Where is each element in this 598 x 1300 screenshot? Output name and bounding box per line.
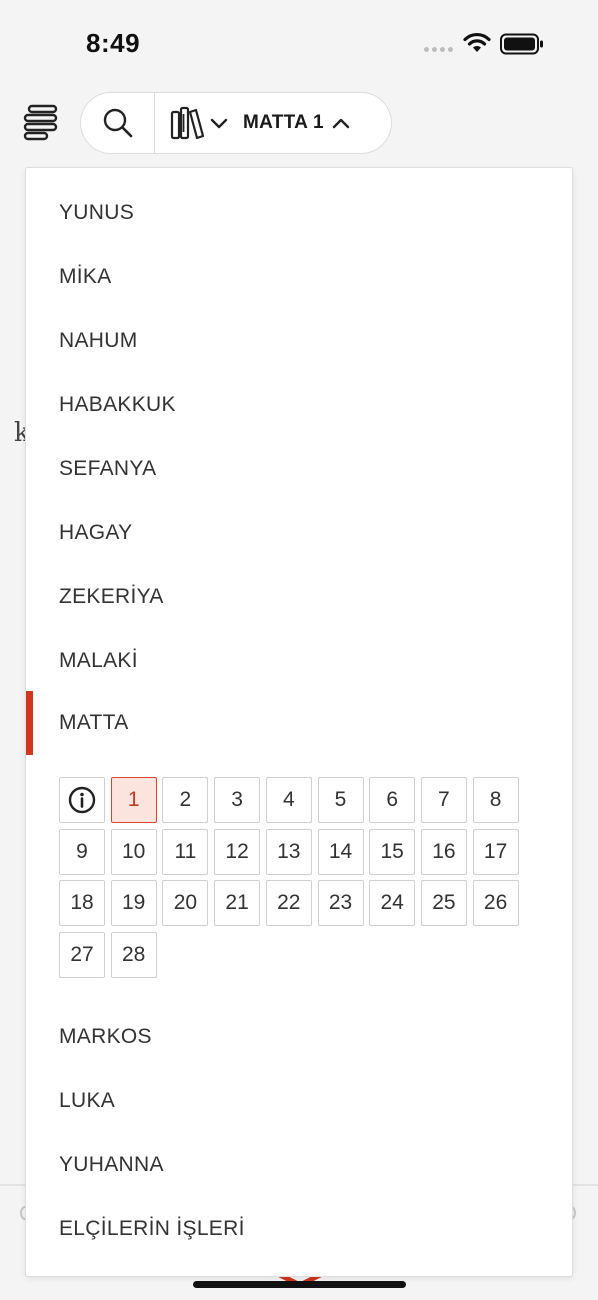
book-item-selected[interactable]: MATTA <box>26 691 572 755</box>
chapter-button[interactable]: 22 <box>265 880 312 926</box>
book-item[interactable]: MİKA <box>26 245 572 309</box>
chapter-button[interactable]: 27 <box>59 931 105 978</box>
book-dropdown: YUNUS MİKA NAHUM HABAKKUK SEFANYA HAGAY … <box>25 167 573 1277</box>
book-item[interactable]: MALAKİ <box>26 629 572 693</box>
chapter-button[interactable]: 28 <box>110 931 157 978</box>
chapter-button[interactable]: 9 <box>59 828 105 875</box>
reader-toolbar: MATTA 1 <box>80 92 392 154</box>
chapter-button-selected[interactable]: 1 <box>110 777 157 823</box>
book-item[interactable]: LUKA <box>26 1069 572 1133</box>
menu-button[interactable] <box>22 102 60 142</box>
book-info-button[interactable] <box>59 777 105 823</box>
chapter-button[interactable]: 21 <box>214 880 261 926</box>
chapter-button[interactable]: 10 <box>110 828 157 875</box>
chapter-button[interactable]: 7 <box>420 777 467 823</box>
book-item[interactable]: ZEKERİYA <box>26 565 572 629</box>
chapter-button[interactable]: 5 <box>317 777 364 823</box>
book-item[interactable]: NAHUM <box>26 309 572 373</box>
chapter-button[interactable]: 18 <box>59 880 105 926</box>
chapter-button[interactable]: 3 <box>214 777 261 823</box>
chapter-button[interactable]: 23 <box>317 880 364 926</box>
chevron-up-icon <box>332 118 350 129</box>
chapter-button[interactable]: 11 <box>162 828 209 875</box>
chapter-button[interactable]: 14 <box>317 828 364 875</box>
info-icon <box>68 786 96 814</box>
book-item[interactable]: ELÇİLERİN İŞLERİ <box>26 1197 572 1261</box>
book-chapter-selector[interactable]: MATTA 1 <box>243 112 350 134</box>
chapter-button[interactable]: 26 <box>472 880 519 926</box>
chapter-button[interactable]: 2 <box>162 777 209 823</box>
cellular-signal-icon <box>424 47 453 52</box>
chapter-button[interactable]: 4 <box>265 777 312 823</box>
library-books-icon <box>170 106 205 140</box>
battery-icon <box>500 33 543 55</box>
search-button[interactable] <box>81 93 155 153</box>
chapter-button[interactable]: 13 <box>265 828 312 875</box>
chapter-button[interactable]: 17 <box>472 828 519 875</box>
menu-lines-icon <box>23 104 58 141</box>
chapter-button[interactable]: 6 <box>369 777 416 823</box>
book-item[interactable]: YUHANNA <box>26 1133 572 1197</box>
status-bar: 8:49 <box>0 0 598 90</box>
chapter-button[interactable]: 24 <box>369 880 416 926</box>
status-time: 8:49 <box>86 28 141 58</box>
book-item[interactable]: SEFANYA <box>26 437 572 501</box>
chapter-button[interactable]: 8 <box>472 777 519 823</box>
book-item[interactable]: YUNUS <box>26 181 572 245</box>
chapter-button[interactable]: 15 <box>369 828 416 875</box>
bible-reader-screen: 8:49 k MATTA 1 YUNUS MİKA NAHUM HABAKKUK… <box>0 0 598 1300</box>
chapter-button[interactable]: 12 <box>214 828 261 875</box>
chapter-button[interactable]: 16 <box>420 828 467 875</box>
chapter-button[interactable]: 25 <box>420 880 467 926</box>
wifi-icon <box>463 32 491 52</box>
library-button[interactable] <box>155 93 243 153</box>
book-item[interactable]: HAGAY <box>26 501 572 565</box>
book-item[interactable]: MARKOS <box>26 1005 572 1069</box>
chevron-down-icon <box>210 118 228 129</box>
book-item[interactable]: HABAKKUK <box>26 373 572 437</box>
home-indicator[interactable] <box>193 1281 406 1288</box>
search-icon <box>103 108 132 138</box>
current-book-label: MATTA 1 <box>243 112 324 133</box>
chapter-button[interactable]: 20 <box>162 880 209 926</box>
chapter-button[interactable]: 19 <box>110 880 157 926</box>
